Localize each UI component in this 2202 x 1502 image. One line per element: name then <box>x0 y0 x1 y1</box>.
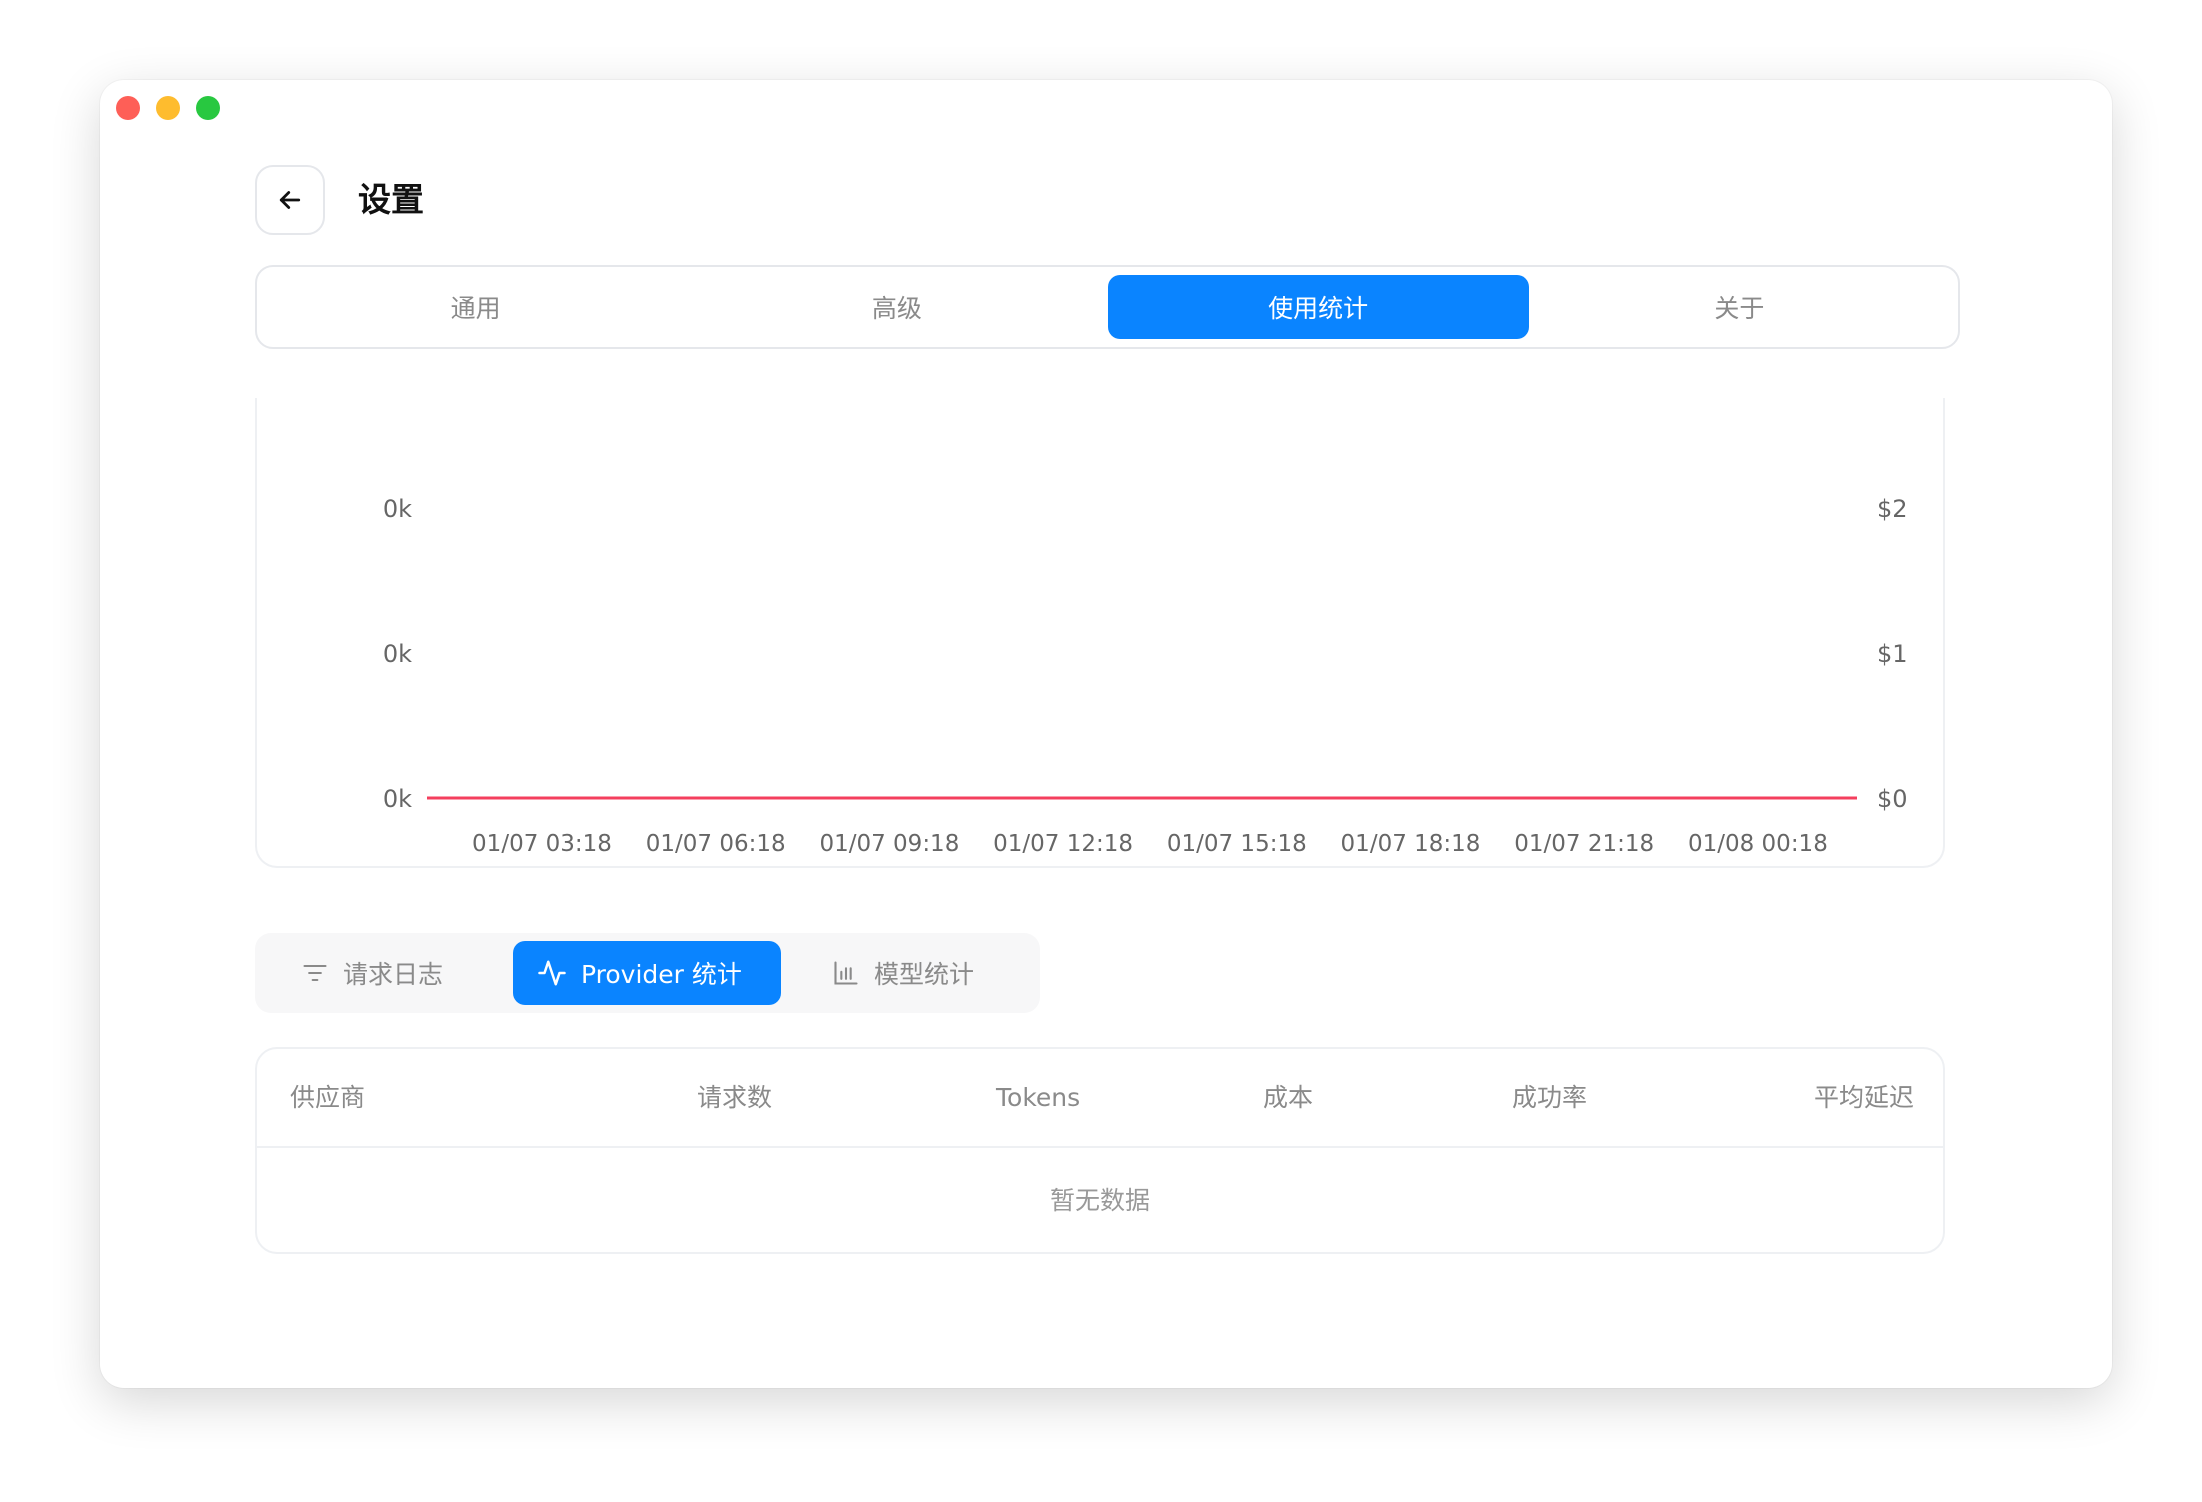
y-right-tick-label: $1 <box>1877 640 1908 668</box>
x-tick-label: 01/07 06:18 <box>646 831 786 857</box>
window-controls <box>116 96 220 120</box>
x-tick-label: 01/07 15:18 <box>1167 831 1307 857</box>
subtab-provider-stats[interactable]: Provider 统计 <box>513 941 781 1005</box>
subtab-label: Provider 统计 <box>581 960 742 989</box>
arrow-left-icon <box>279 191 301 209</box>
subtab-label: 请求日志 <box>343 960 444 989</box>
column-header-avg-latency[interactable]: 平均延迟 <box>1814 1049 1914 1146</box>
app-window: 设置 通用 高级 使用统计 关于 0k 0k 0k $2 $1 $0 01/07 03:18… <box>100 80 2112 1388</box>
column-header-success-rate[interactable]: 成功率 <box>1512 1049 1587 1146</box>
column-header-tokens[interactable]: Tokens <box>996 1049 1080 1146</box>
column-header-cost[interactable]: 成本 <box>1263 1049 1313 1146</box>
close-window-button[interactable] <box>116 96 140 120</box>
bar-chart-icon <box>834 961 858 985</box>
back-button[interactable] <box>255 165 325 235</box>
tab-usage-stats[interactable]: 使用统计 <box>1107 275 1529 339</box>
y-right-tick-label: $2 <box>1877 495 1908 523</box>
x-tick-label: 01/07 18:18 <box>1341 831 1481 857</box>
x-tick-label: 01/08 00:18 <box>1688 831 1828 857</box>
minimize-window-button[interactable] <box>156 96 180 120</box>
stats-subtabs: 请求日志 Provider 统计 模型统计 <box>255 933 1040 1013</box>
tab-about[interactable]: 关于 <box>1529 275 1950 339</box>
column-header-provider[interactable]: 供应商 <box>290 1049 365 1146</box>
provider-stats-table: 供应商 请求数 Tokens 成本 成功率 平均延迟 暂无数据 <box>255 1047 1945 1254</box>
activity-icon <box>538 960 566 986</box>
y-left-tick-label: 0k <box>383 785 412 813</box>
usage-chart-card: 0k 0k 0k $2 $1 $0 01/07 03:18 01/07 06:18 01/07 … <box>255 398 1945 868</box>
tab-general[interactable]: 通用 <box>265 275 686 339</box>
empty-state: 暂无数据 <box>1049 1186 1150 1215</box>
usage-chart: 0k 0k 0k $2 $1 $0 01/07 03:18 01/07 06:18 01/07 … <box>383 495 1908 857</box>
x-tick-label: 01/07 12:18 <box>993 831 1133 857</box>
tab-advanced[interactable]: 高级 <box>686 275 1107 339</box>
subtab-label: 模型统计 <box>874 960 975 989</box>
y-left-tick-label: 0k <box>383 495 412 523</box>
subtab-request-log[interactable]: 请求日志 <box>301 941 481 1005</box>
column-header-requests[interactable]: 请求数 <box>697 1049 772 1146</box>
settings-tabs: 通用 高级 使用统计 关于 <box>255 265 1960 349</box>
page-title: 设置 <box>358 180 424 219</box>
table-header: 供应商 请求数 Tokens 成本 成功率 平均延迟 <box>257 1049 1943 1148</box>
y-right-tick-label: $0 <box>1877 785 1908 813</box>
filter-icon <box>303 964 327 982</box>
x-tick-label: 01/07 03:18 <box>472 831 612 857</box>
subtab-model-stats[interactable]: 模型统计 <box>832 941 1012 1005</box>
zoom-window-button[interactable] <box>196 96 220 120</box>
x-tick-label: 01/07 09:18 <box>819 831 959 857</box>
y-left-tick-label: 0k <box>383 640 412 668</box>
x-tick-label: 01/07 21:18 <box>1514 831 1654 857</box>
